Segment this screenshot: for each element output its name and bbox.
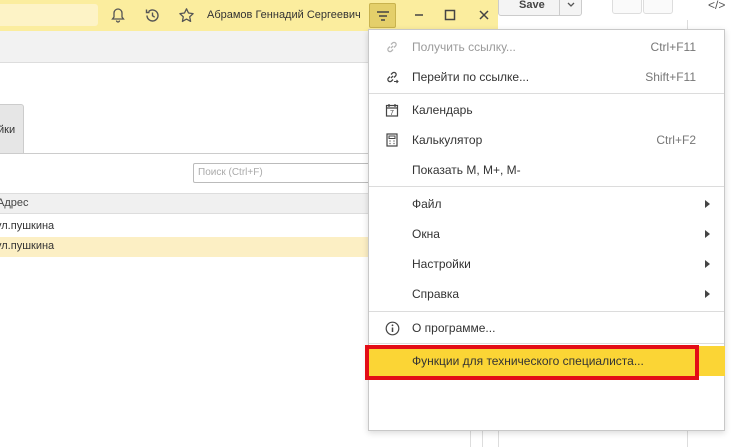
edit-button[interactable] [612,0,642,14]
menu-item-shortcut: Ctrl+F2 [656,133,696,147]
table-row[interactable]: ул.пушкина [0,217,372,237]
menu-item-shortcut: Ctrl+F11 [650,40,696,54]
minimize-icon[interactable] [409,5,429,25]
tab-divider [0,153,372,154]
table-cell-address: ул.пушкина [0,240,55,252]
menu-item-label: Калькулятор [412,133,483,147]
svg-text:7: 7 [390,110,394,117]
menu-item-label: Настройки [412,257,471,271]
menu-item-calculator[interactable]: Калькулятор Ctrl+F2 [369,125,724,155]
chevron-right-icon [705,290,710,298]
menu-item-calendar[interactable]: 7 Календарь [369,95,724,125]
column-header-address[interactable]: Адрес [0,193,372,214]
menu-item-label: Окна [412,227,440,241]
menu-item-get-link[interactable]: Получить ссылку... Ctrl+F11 [369,32,724,62]
tab-label: йки [0,124,16,136]
annotation-highlight-box [365,345,699,380]
info-icon [384,320,400,336]
calendar-icon: 7 [384,102,400,118]
menu-separator [369,343,724,344]
save-button[interactable]: Save [498,0,582,16]
tab-settings[interactable]: йки [0,104,24,154]
menu-item-label: Перейти по ссылке... [412,70,530,84]
user-name[interactable]: Абрамов Геннадий Сергеевич [207,9,361,21]
menu-item-windows[interactable]: Окна [369,219,724,249]
calculator-icon [384,132,400,148]
bell-icon[interactable] [108,5,128,25]
form-toolbar [0,31,372,63]
chevron-down-icon[interactable] [559,0,581,15]
chevron-right-icon [705,260,710,268]
history-icon[interactable] [142,5,162,25]
menu-item-settings[interactable]: Настройки [369,249,724,279]
menu-item-go-to-link[interactable]: Перейти по ссылке... Shift+F11 [369,62,724,92]
menu-item-show-memory[interactable]: Показать М, М+, М- [369,155,724,185]
column-header-label: Адрес [0,197,29,209]
document-button[interactable] [643,0,673,14]
menu-item-shortcut: Shift+F11 [645,70,696,84]
close-icon[interactable] [474,5,494,25]
menu-item-help[interactable]: Справка [369,279,724,309]
menu-item-file[interactable]: Файл [369,189,724,219]
title-search-field[interactable] [0,4,98,26]
menu-item-label: Файл [412,197,442,211]
star-icon[interactable] [176,5,196,25]
chevron-right-icon [705,200,710,208]
link-icon [384,39,400,55]
menu-separator [369,93,724,94]
search-input[interactable]: Поиск (Ctrl+F) [193,163,372,183]
maximize-icon[interactable] [440,5,460,25]
code-icon[interactable]: </> [708,0,725,12]
menu-item-label: Справка [412,287,460,301]
menu-item-label: Календарь [412,103,473,117]
main-menu-button[interactable] [369,3,396,28]
title-bar: Абрамов Геннадий Сергеевич [0,0,498,31]
save-button-label: Save [519,0,545,11]
menu-item-about[interactable]: О программе... [369,313,724,343]
menu-separator [369,186,724,187]
menu-item-label: Показать М, М+, М- [412,163,521,177]
menu-item-label: Получить ссылку... [412,40,516,54]
menu-icon [376,10,389,21]
menu-item-label: О программе... [412,321,496,335]
table-row[interactable]: ул.пушкина [0,237,372,257]
menu-separator [369,311,724,312]
table-cell-address: ул.пушкина [0,220,55,232]
link-go-icon [384,69,400,85]
chevron-right-icon [705,230,710,238]
